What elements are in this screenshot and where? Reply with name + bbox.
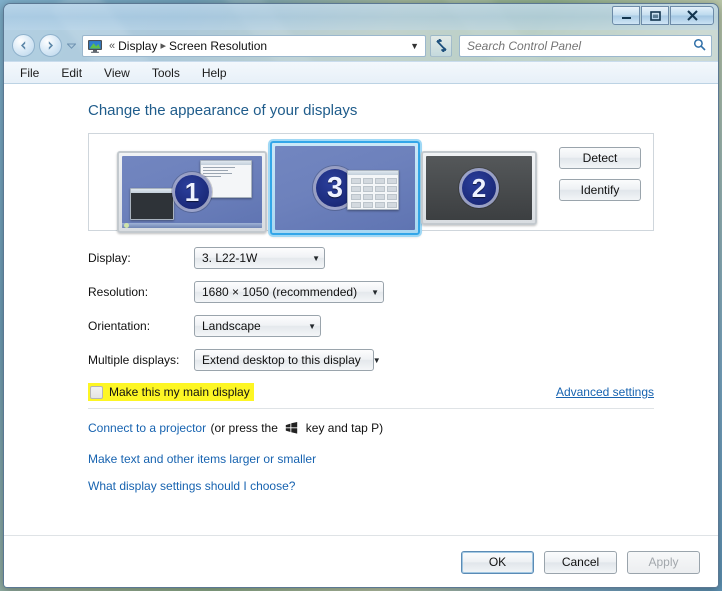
orientation-select-value: Landscape: [202, 319, 261, 333]
menu-item-view[interactable]: View: [102, 65, 132, 81]
breadcrumb-bar[interactable]: « Display ▸ Screen Resolution ▼: [82, 34, 426, 57]
monitor-preview-3[interactable]: 3: [270, 141, 420, 235]
projector-line: Connect to a projector (or press the key…: [88, 419, 718, 439]
breadcrumb-separator: ▸: [160, 40, 167, 52]
label-resolution: Resolution:: [88, 285, 149, 299]
divider: [88, 408, 654, 409]
monitor-number-badge: 2: [459, 168, 499, 208]
grid-window-thumbnail: [347, 170, 399, 210]
detect-button[interactable]: Detect: [559, 147, 641, 169]
monitor-number-badge: 1: [172, 172, 212, 212]
display-settings-form: Display: 3. L22-1W ▼ Resolution: 1680 × …: [88, 247, 718, 371]
dialog-buttons: OK Cancel Apply: [4, 535, 718, 587]
address-dropdown-icon[interactable]: ▼: [407, 41, 422, 51]
menu-item-file[interactable]: File: [18, 65, 41, 81]
search-box[interactable]: [459, 34, 712, 57]
forward-button[interactable]: [39, 34, 62, 57]
multiple-displays-select-value: Extend desktop to this display: [202, 353, 361, 367]
preview-side-buttons: Detect Identify: [559, 147, 641, 211]
advanced-settings-link[interactable]: Advanced settings: [556, 385, 654, 399]
make-main-display-checkbox[interactable]: Make this my main display: [88, 383, 254, 401]
display-monitor-icon: [87, 38, 103, 54]
row-multiple-displays: Multiple displays: Extend desktop to thi…: [88, 349, 718, 371]
menu-item-edit[interactable]: Edit: [59, 65, 84, 81]
refresh-button[interactable]: [430, 34, 452, 57]
address-bar: « Display ▸ Screen Resolution ▼: [4, 30, 718, 61]
title-bar[interactable]: [4, 4, 718, 30]
breadcrumb-overflow[interactable]: «: [109, 40, 115, 52]
screen-resolution-window: « Display ▸ Screen Resolution ▼ File Edi…: [3, 3, 719, 588]
close-button[interactable]: [670, 6, 714, 25]
cancel-button[interactable]: Cancel: [544, 550, 617, 574]
window-controls: [612, 6, 714, 25]
main-display-row: Make this my main display Advanced setti…: [88, 383, 654, 401]
monitor-preview-2[interactable]: 2: [421, 151, 537, 225]
history-dropdown-button[interactable]: [66, 43, 77, 49]
search-icon: [693, 38, 706, 54]
make-main-display-label: Make this my main display: [109, 385, 250, 399]
chevron-down-icon: ▼: [372, 355, 381, 365]
display-arrangement-preview[interactable]: 1 3 2 Detect Identify: [88, 133, 654, 235]
breadcrumb-item-screen-resolution[interactable]: Screen Resolution: [169, 39, 267, 53]
breadcrumb-item-display[interactable]: Display: [118, 39, 157, 53]
search-input[interactable]: [465, 37, 693, 54]
label-orientation: Orientation:: [88, 319, 151, 333]
resolution-select[interactable]: 1680 × 1050 (recommended) ▼: [194, 281, 384, 303]
menu-item-tools[interactable]: Tools: [150, 65, 182, 81]
row-orientation: Orientation: Landscape ▼: [88, 315, 718, 337]
display-select-value: 3. L22-1W: [202, 251, 258, 265]
row-resolution: Resolution: 1680 × 1050 (recommended) ▼: [88, 281, 718, 303]
taskbar-strip: [122, 223, 262, 228]
projector-hint-pre: (or press the: [210, 421, 278, 435]
row-display: Display: 3. L22-1W ▼: [88, 247, 718, 269]
make-text-larger-link[interactable]: Make text and other items larger or smal…: [88, 452, 718, 466]
minimize-button[interactable]: [612, 6, 640, 25]
window-thumbnail: [130, 188, 174, 220]
what-display-settings-link[interactable]: What display settings should I choose?: [88, 479, 718, 493]
orientation-select[interactable]: Landscape ▼: [194, 315, 321, 337]
ok-button[interactable]: OK: [461, 550, 534, 574]
windows-logo-icon: [285, 421, 298, 439]
projector-hint-post: key and tap P): [305, 421, 384, 435]
display-select[interactable]: 3. L22-1W ▼: [194, 247, 325, 269]
back-button[interactable]: [12, 34, 35, 57]
content-area: Change the appearance of your displays 1…: [4, 83, 718, 587]
multiple-displays-select[interactable]: Extend desktop to this display ▼: [194, 349, 381, 371]
chevron-down-icon: ▼: [312, 253, 320, 263]
help-links: Connect to a projector (or press the key…: [88, 419, 718, 493]
chevron-down-icon: ▼: [371, 287, 379, 297]
identify-button[interactable]: Identify: [559, 179, 641, 201]
menu-item-help[interactable]: Help: [200, 65, 229, 81]
checkbox-box[interactable]: [90, 385, 103, 399]
apply-button[interactable]: Apply: [627, 550, 700, 574]
label-multiple-displays: Multiple displays:: [88, 353, 180, 367]
chevron-down-icon: ▼: [308, 321, 316, 331]
menu-bar: File Edit View Tools Help: [4, 61, 718, 83]
monitor-preview-1[interactable]: 1: [117, 151, 267, 233]
maximize-button[interactable]: [641, 6, 669, 25]
page-title: Change the appearance of your displays: [88, 102, 358, 119]
resolution-select-value: 1680 × 1050 (recommended): [202, 285, 358, 299]
label-display: Display:: [88, 251, 131, 265]
connect-projector-link[interactable]: Connect to a projector: [88, 421, 206, 435]
